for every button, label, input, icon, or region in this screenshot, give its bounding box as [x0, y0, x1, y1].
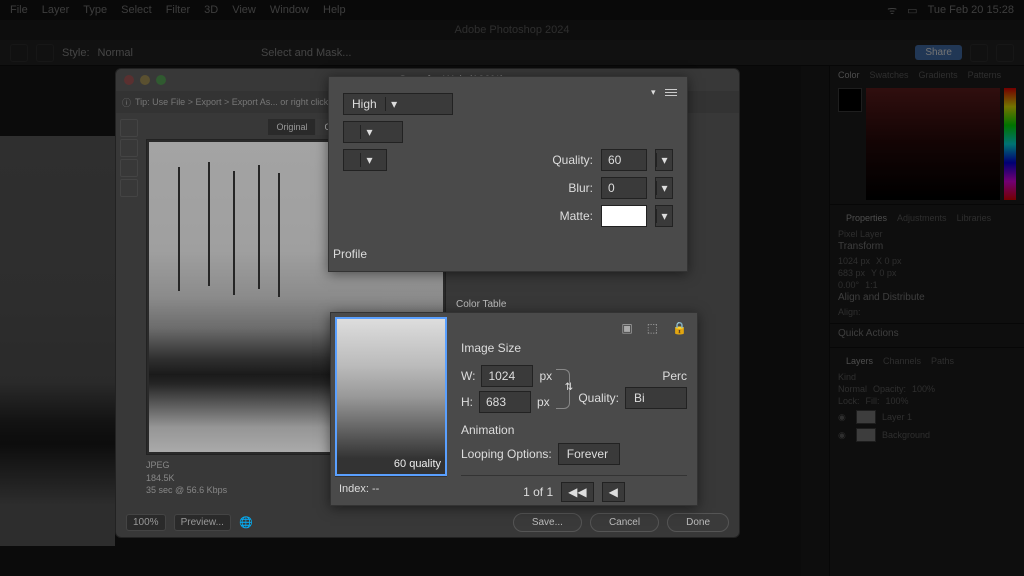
- looping-dropdown[interactable]: Forever: [558, 443, 620, 465]
- tip-text: ⓘ Tip: Use File > Export > Export As... …: [122, 96, 338, 109]
- close-window-icon[interactable]: [124, 75, 134, 85]
- quality-label: Quality:: [533, 153, 593, 167]
- done-button[interactable]: Done: [667, 513, 729, 532]
- image-size-panel: 60 quality Index: -- ▣ ⬚ 🔒 Image Size W:…: [330, 312, 698, 506]
- format-dropdown[interactable]: ▾: [343, 121, 403, 143]
- minimize-window-icon[interactable]: [140, 75, 150, 85]
- height-unit: px: [537, 395, 550, 409]
- width-input[interactable]: [481, 365, 533, 387]
- cancel-button[interactable]: Cancel: [590, 513, 659, 532]
- constrain-proportions-icon[interactable]: [556, 369, 570, 409]
- width-unit: px: [539, 369, 552, 383]
- prev-button[interactable]: ◀: [602, 482, 625, 502]
- preview-button[interactable]: Preview...: [174, 514, 231, 531]
- color-table-heading: Color Table: [456, 299, 729, 310]
- looping-label: Looping Options:: [461, 447, 552, 461]
- size-preview-thumb[interactable]: 60 quality: [335, 317, 447, 476]
- optimize-settings-popout: High▾ ▾ ▾ Quality: ▾ Blur: ▾ Matte: ▾ Pr…: [328, 76, 688, 272]
- save-button[interactable]: Save...: [513, 513, 582, 532]
- blur-label: Blur:: [533, 181, 593, 195]
- image-size-heading: Image Size: [461, 341, 687, 355]
- resample-quality-label: Quality:: [578, 391, 619, 405]
- resample-dropdown[interactable]: Bi: [625, 387, 687, 409]
- frame-counter: 1 of 1: [523, 485, 553, 499]
- cube-icon[interactable]: ⬚: [647, 321, 658, 335]
- preset-dropdown[interactable]: High▾: [343, 93, 453, 115]
- panel-menu-icon[interactable]: [665, 89, 677, 96]
- width-label: W:: [461, 369, 475, 383]
- blur-input[interactable]: [601, 177, 647, 199]
- profile-label: Profile: [329, 247, 367, 261]
- matte-label: Matte:: [533, 209, 593, 223]
- zoom-select[interactable]: 100%: [126, 514, 166, 531]
- percent-label: Perc: [662, 369, 687, 383]
- matte-swatch[interactable]: [601, 205, 647, 227]
- matte-dropdown[interactable]: ▾: [655, 205, 673, 227]
- animation-heading: Animation: [461, 423, 687, 437]
- height-input[interactable]: [479, 391, 531, 413]
- secondary-dropdown[interactable]: ▾: [343, 149, 387, 171]
- quality-stepper[interactable]: ▾: [655, 149, 673, 171]
- blur-stepper[interactable]: ▾: [655, 177, 673, 199]
- snap-icon[interactable]: ▣: [621, 321, 632, 335]
- prev-frame-button[interactable]: ◀◀: [561, 482, 593, 502]
- info-icon: ⓘ: [122, 96, 131, 109]
- index-readout: Index: --: [335, 476, 447, 501]
- zoom-window-icon[interactable]: [156, 75, 166, 85]
- quality-input[interactable]: [601, 149, 647, 171]
- thumb-caption: 60 quality: [394, 458, 441, 470]
- lock-icon[interactable]: 🔒: [672, 321, 687, 335]
- height-label: H:: [461, 395, 473, 409]
- browser-preview-icon[interactable]: 🌐: [239, 516, 253, 529]
- tab-original[interactable]: Original: [268, 119, 315, 135]
